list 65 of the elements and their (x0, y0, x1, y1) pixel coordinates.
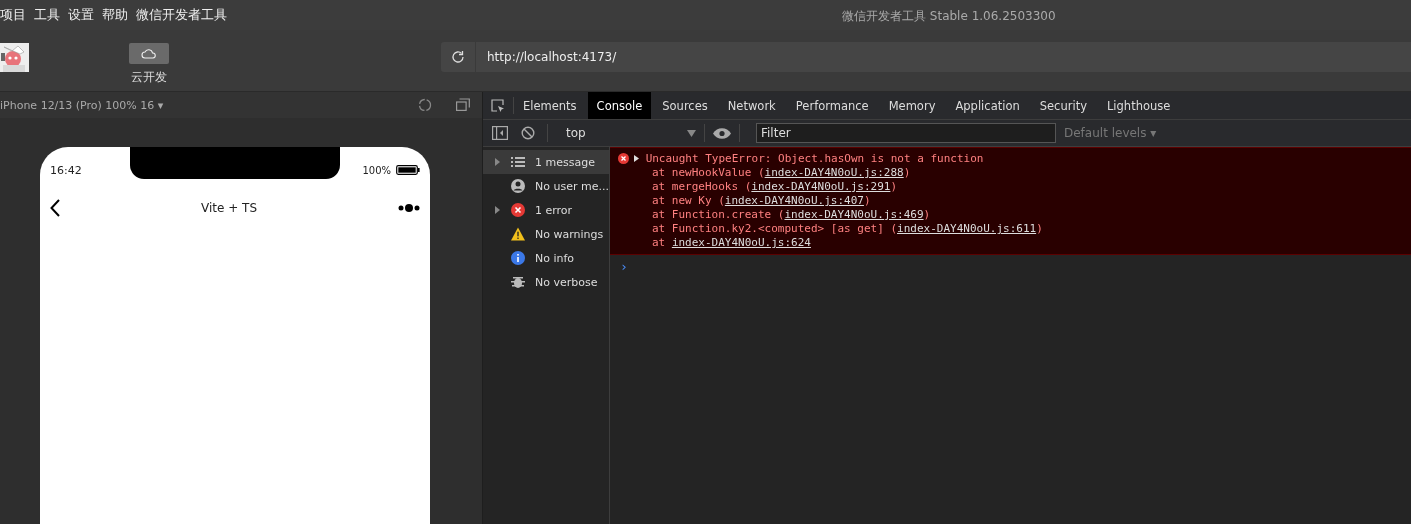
window-title: 微信开发者工具 Stable 1.06.2503300 (842, 8, 1057, 25)
battery-percent: 100% (362, 164, 391, 176)
back-icon[interactable] (50, 199, 60, 218)
devtools-tab[interactable]: Console (587, 92, 652, 119)
inspect-icon[interactable] (491, 98, 505, 113)
status-time: 16:42 (50, 163, 82, 177)
warning-icon (511, 227, 525, 241)
eye-icon[interactable] (713, 127, 731, 139)
devtools-tab[interactable]: Elements (514, 92, 586, 119)
refresh-icon[interactable] (451, 50, 465, 64)
error-icon (511, 203, 525, 217)
rotate-icon[interactable] (418, 98, 432, 113)
device-selector[interactable]: iPhone 12/13 (Pro) 100% 16 ▾ (0, 98, 164, 112)
more-icon[interactable] (398, 204, 420, 213)
clear-icon[interactable] (521, 126, 535, 140)
source-link[interactable]: index-DAY4N0oU.js:407 (724, 194, 864, 207)
source-link[interactable]: index-DAY4N0oU.js:288 (764, 166, 904, 179)
info-icon (511, 251, 525, 265)
stack-frame: at mergeHooks (index-DAY4N0oU.js:291) (652, 180, 898, 193)
source-link[interactable]: index-DAY4N0oU.js:611 (897, 222, 1037, 235)
devtools-tab[interactable]: Lighthouse (1097, 92, 1180, 119)
user-icon (511, 179, 525, 193)
menu-item[interactable]: 设置 (68, 6, 94, 24)
devtools-tab[interactable]: Application (946, 92, 1029, 119)
console-prompt[interactable]: › (620, 259, 628, 274)
stack-frame: at newHookValue (index-DAY4N0oU.js:288) (652, 166, 911, 179)
source-link[interactable]: index-DAY4N0oU.js:291 (751, 180, 891, 193)
window-icon[interactable] (456, 98, 470, 112)
sidebar-item[interactable]: 1 error (483, 198, 609, 222)
sidebar-item[interactable]: No user me... (483, 174, 609, 198)
stack-frame: at Function.create (index-DAY4N0oU.js:469) (652, 208, 931, 221)
sidebar-item[interactable]: No verbose (483, 270, 609, 294)
menu-item[interactable]: 项目 (0, 6, 26, 24)
cloud-button[interactable] (129, 43, 169, 64)
sidebar-item[interactable]: 1 message (483, 150, 609, 174)
list-icon (511, 157, 525, 167)
sidebar-item[interactable]: No info (483, 246, 609, 270)
devtools-tab[interactable]: Sources (653, 92, 717, 119)
sidebar-item[interactable]: No warnings (483, 222, 609, 246)
source-link[interactable]: index-DAY4N0oU.js:624 (671, 236, 811, 249)
devtools-tab[interactable]: Security (1030, 92, 1096, 119)
devtools-tab[interactable]: Performance (786, 92, 878, 119)
bug-icon (511, 275, 525, 289)
context-selector[interactable]: top (566, 126, 696, 140)
page-title: Vite + TS (200, 201, 258, 216)
expand-arrow-icon[interactable] (634, 155, 639, 162)
error-icon (618, 153, 629, 164)
error-text: Uncaught TypeError: Object.hasOwn is not a function (645, 152, 984, 165)
menu-item[interactable]: 工具 (34, 6, 60, 24)
devtools-tab[interactable]: Memory (879, 92, 945, 119)
url-text: http://localhost:4173/ (487, 50, 617, 64)
cloud-label: 云开发 (131, 69, 167, 86)
sidebar-toggle-icon[interactable] (492, 126, 508, 140)
cloud-icon (141, 48, 157, 59)
menu-item[interactable]: 帮助 (102, 6, 128, 24)
stack-frame: at Function.ky2.<computed> [as get] (index-DAY4N0oU.js:611) (652, 222, 1043, 235)
battery-icon (396, 165, 420, 176)
stack-frame: at index-DAY4N0oU.js:624 (652, 236, 811, 249)
filter-field[interactable]: Filter (756, 123, 1056, 143)
caret-icon (687, 129, 696, 137)
stack-frame: at new Ky (index-DAY4N0oU.js:407) (652, 194, 871, 207)
menu-item[interactable]: 微信开发者工具 (136, 6, 227, 24)
devtools-tab[interactable]: Network (718, 92, 785, 119)
source-link[interactable]: index-DAY4N0oU.js:469 (784, 208, 924, 221)
address-bar[interactable]: http://localhost:4173/ (441, 42, 1411, 72)
